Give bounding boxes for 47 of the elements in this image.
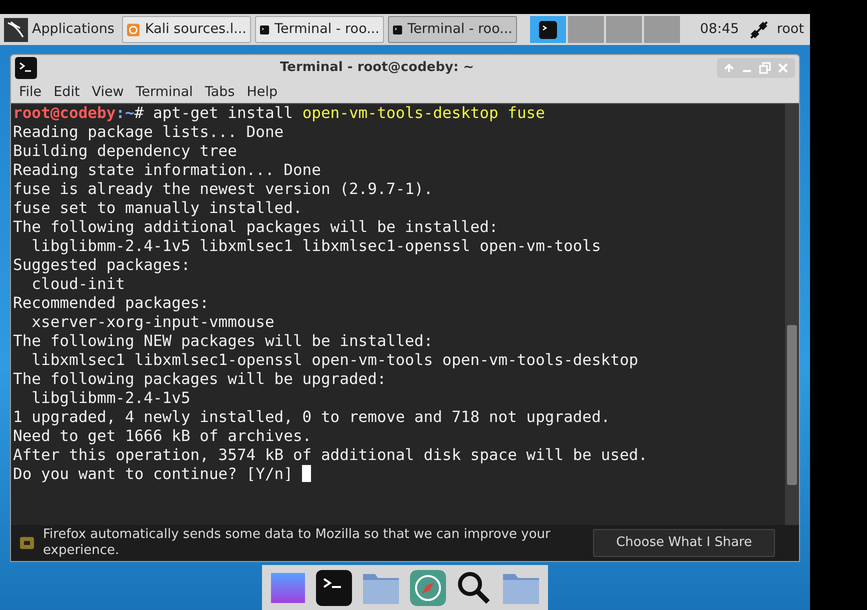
taskbar-button[interactable]: Terminal - roo...: [255, 16, 384, 43]
clock: 08:45: [699, 20, 740, 40]
output-line: fuse is already the newest version (2.9.7-1).: [13, 180, 434, 199]
taskbar-button[interactable]: Terminal - roo...: [388, 16, 518, 43]
output-line: The following NEW packages will be installed:: [13, 332, 434, 351]
window-title: Terminal - root@codeby: ~: [279, 59, 475, 78]
output-line: The following packages will be upgraded:: [13, 370, 388, 389]
text-cursor: [302, 465, 312, 482]
output-line: Reading state information... Done: [13, 161, 322, 180]
notification-text: Firefox automatically sends some data to Mozilla so that we can improve your experience.: [43, 527, 552, 559]
workspace-button[interactable]: [530, 16, 566, 43]
user-name[interactable]: root: [770, 14, 810, 45]
output-line: libglibmm-2.4-1v5 libxmlsec1 libxmlsec1-openssl open-vm-tools: [30, 237, 602, 256]
terminal-icon: [539, 20, 558, 38]
output-line: 1 upgraded, 4 newly installed, 0 to remove and 718 not upgraded.: [13, 408, 612, 427]
output-line: Suggested packages:: [13, 256, 192, 275]
menu-item[interactable]: Edit: [48, 82, 86, 102]
compass-icon[interactable]: [410, 570, 446, 606]
terminal-icon: [15, 57, 37, 79]
applications-menu[interactable]: Applications: [0, 14, 120, 45]
scrollbar[interactable]: [785, 104, 799, 525]
output-line: After this operation, 3574 kB of additional disk space will be used.: [13, 446, 649, 465]
menu-item[interactable]: File: [13, 82, 48, 102]
command-line: root@codeby:~# apt-get install open-vm-tools-desktop fuse: [13, 104, 546, 123]
output-line: libglibmm-2.4-1v5: [30, 389, 192, 408]
output-line: xserver-xorg-input-vmmouse: [30, 313, 276, 332]
terminal-icon[interactable]: [316, 570, 352, 606]
notice-icon: [19, 535, 35, 551]
menu-item[interactable]: Help: [240, 82, 284, 102]
choose-share-button[interactable]: Choose What I Share: [593, 529, 775, 557]
output-line: libxmlsec1 libxmlsec1-openssl open-vm-tools open-vm-tools-desktop: [30, 351, 640, 370]
output-line: The following additional packages will be installed:: [13, 218, 500, 237]
dragon-icon: [4, 18, 28, 42]
output-line: Need to get 1666 kB of archives.: [13, 427, 313, 446]
menu-item[interactable]: View: [86, 82, 130, 102]
output-line: fuse set to manually installed.: [13, 199, 304, 218]
taskbar-button[interactable]: Kali sources.l...: [122, 16, 252, 43]
output-line: Reading package lists... Done: [13, 123, 285, 142]
menu-item[interactable]: Terminal: [130, 82, 199, 102]
output-line: Recommended packages:: [13, 294, 210, 313]
browser-icon: [127, 20, 140, 38]
output-line: Do you want to continue? [Y/n]: [13, 465, 294, 483]
output-line: Building dependency tree: [13, 142, 238, 161]
maximize-icon[interactable]: [757, 60, 773, 76]
output-line: cloud-init: [30, 275, 126, 294]
menu-item[interactable]: Tabs: [198, 82, 241, 102]
search-icon[interactable]: [456, 570, 492, 606]
